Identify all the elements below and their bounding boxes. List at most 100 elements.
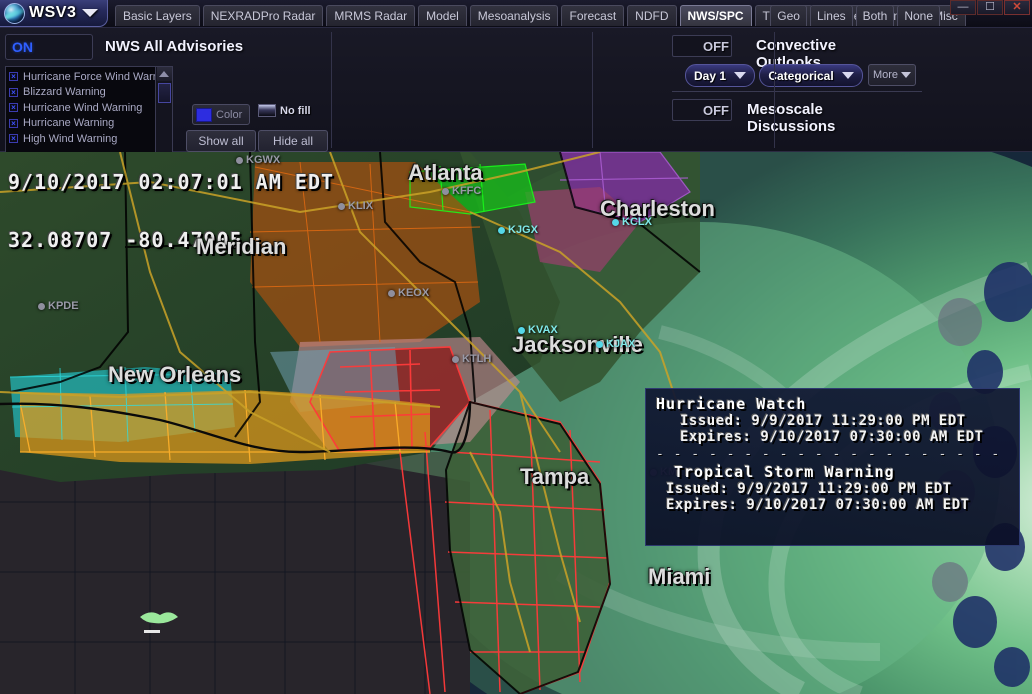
chevron-up-icon <box>159 71 169 77</box>
view-tab-both[interactable]: Both <box>855 5 895 26</box>
alert-issued: Issued: 9/9/2017 11:29:00 PM EDT <box>666 481 952 497</box>
view-tab-label: Geo <box>777 9 800 23</box>
view-tab-none[interactable]: None <box>897 5 940 26</box>
checkbox-checked-icon[interactable]: × <box>9 118 18 128</box>
island-shapes <box>140 612 178 633</box>
advisory-item[interactable]: × Hurricane Warning <box>6 116 172 132</box>
nws-advisories-section: ON NWS All Advisories × Hurricane Force W… <box>0 28 330 177</box>
app-title: WSV3 <box>29 4 77 21</box>
control-panel: ON NWS All Advisories × Hurricane Force W… <box>0 28 1032 181</box>
window-controls: — ☐ ✕ <box>950 0 1030 16</box>
maximize-button[interactable]: ☐ <box>977 0 1003 15</box>
advisories-toggle-state: ON <box>12 39 33 55</box>
station-id-label: KTLH <box>462 353 492 365</box>
station-dot-icon <box>452 355 459 363</box>
advisory-item[interactable]: × Blizzard Warning <box>6 85 172 101</box>
tab-ndfd[interactable]: NDFD <box>627 5 677 26</box>
radar-station-marker[interactable]: KCLX <box>612 216 652 228</box>
chevron-down-icon[interactable] <box>82 9 99 17</box>
view-tab-lines[interactable]: Lines <box>809 5 853 26</box>
color-swatch-button[interactable]: Color <box>192 104 250 125</box>
advisory-item[interactable]: × High Wind Warning <box>6 131 172 147</box>
station-dot-icon <box>388 289 395 297</box>
local-storm-reports-section: Local Storm Reports Filter magnitude: 60… <box>595 28 775 152</box>
station-id-label: KLIX <box>348 200 374 212</box>
view-tab-bar: Geo Lines Both None <box>770 5 940 26</box>
radar-station-marker[interactable]: KTLH <box>452 353 491 365</box>
title-bar: WSV3 Basic Layers NEXRADPro Radar MRMS Rad… <box>0 0 1032 28</box>
convective-outlooks-section: OFF Convective Outlooks Day 1 Categorica… <box>334 28 922 181</box>
advisory-label: Hurricane Warning <box>23 117 115 130</box>
scroll-up-button[interactable] <box>156 67 172 81</box>
tab-model[interactable]: Model <box>418 5 467 26</box>
panel-divider <box>774 32 775 148</box>
city-label: Miami <box>648 564 711 589</box>
tab-forecast[interactable]: Forecast <box>561 5 625 26</box>
color-label: Color <box>216 108 243 121</box>
tab-label: MRMS Radar <box>334 9 408 23</box>
station-id-label: KEOX <box>398 287 430 299</box>
advisories-toggle[interactable]: ON <box>5 34 93 60</box>
station-dot-icon <box>338 202 345 210</box>
checkbox-checked-icon[interactable]: × <box>9 72 18 82</box>
view-tab-geo[interactable]: Geo <box>770 5 807 26</box>
advisories-show-all-button[interactable]: Show all <box>186 130 256 152</box>
station-id-label: KFFC <box>452 185 482 197</box>
checkbox-checked-icon[interactable]: × <box>9 103 18 113</box>
station-id-label: KJAX <box>606 338 636 350</box>
station-dot-icon <box>236 156 243 164</box>
view-tab-label: Both <box>862 9 888 23</box>
radar-station-marker[interactable]: KFFC <box>442 185 481 197</box>
station-dot-icon <box>38 302 45 310</box>
station-dot-icon <box>498 226 505 234</box>
tab-label: Mesoanalysis <box>477 9 551 23</box>
advisory-label: Hurricane Force Wind Warning <box>23 70 173 83</box>
radar-station-marker[interactable]: KJAX <box>596 338 635 350</box>
station-dot-icon <box>612 218 619 226</box>
checkbox-checked-icon[interactable]: × <box>9 134 18 144</box>
tab-label: NWS/SPC <box>687 9 744 23</box>
station-dot-icon <box>596 340 603 348</box>
station-id-label: KJGX <box>508 224 538 236</box>
view-tab-label: None <box>904 9 933 23</box>
station-id-label: KPDE <box>48 300 79 312</box>
radar-station-marker[interactable]: KJGX <box>498 224 538 236</box>
radar-station-marker[interactable]: KPDE <box>38 300 79 312</box>
panel-divider <box>331 32 332 148</box>
advisory-item[interactable]: × Hurricane Wind Warning <box>6 100 172 116</box>
radar-station-marker[interactable]: KGWX <box>236 154 280 166</box>
alert-expires: Expires: 9/10/2017 07:30:00 AM EDT <box>680 429 984 445</box>
alert-popup[interactable]: Hurricane Watch Issued: 9/9/2017 11:29:0… <box>645 388 1020 546</box>
station-dot-icon <box>442 187 449 195</box>
close-button[interactable]: ✕ <box>1004 0 1030 15</box>
advisory-label: Hurricane Wind Warning <box>23 101 143 114</box>
alert-title: Tropical Storm Warning <box>674 463 895 481</box>
fill-gradient-icon <box>258 104 276 117</box>
tab-label: Forecast <box>569 9 617 23</box>
radar-station-marker[interactable]: KLIX <box>338 200 373 212</box>
tab-label: NDFD <box>635 9 669 23</box>
minimize-button[interactable]: — <box>950 0 976 15</box>
tab-nws-spc[interactable]: NWS/SPC <box>679 5 752 26</box>
checkbox-checked-icon[interactable]: × <box>9 87 18 97</box>
tab-mesoanalysis[interactable]: Mesoanalysis <box>469 5 559 26</box>
advisory-item[interactable]: × Hurricane Force Wind Warning <box>6 69 172 85</box>
app-logo-menu[interactable]: WSV3 <box>0 0 108 27</box>
advisories-hide-all-button[interactable]: Hide all <box>258 130 328 152</box>
radar-station-marker[interactable]: KVAX <box>518 324 558 336</box>
tab-mrms-radar[interactable]: MRMS Radar <box>326 5 416 26</box>
tab-label: Basic Layers <box>123 9 192 23</box>
tab-basic-layers[interactable]: Basic Layers <box>115 5 200 26</box>
map-view[interactable]: 9/10/2017 02:07:01 AM EDT 32.08707 -80.4… <box>0 152 1032 694</box>
tab-label: NEXRADPro Radar <box>210 9 316 23</box>
scrollbar-thumb[interactable] <box>158 83 171 103</box>
tools-section: 1042x540 Loop latest: 2.0 hrs Interpolat… <box>778 28 1032 152</box>
station-id-label: KCLX <box>622 216 652 228</box>
advisories-title: NWS All Advisories <box>105 38 244 55</box>
map-timestamp: 9/10/2017 02:07:01 AM EDT <box>8 170 335 194</box>
no-fill-button[interactable]: No fill <box>258 104 311 117</box>
tab-nexradpro-radar[interactable]: NEXRADPro Radar <box>202 5 324 26</box>
station-id-label: KVAX <box>528 324 558 336</box>
radar-station-marker[interactable]: KEOX <box>388 287 429 299</box>
station-id-label: KGWX <box>246 154 281 166</box>
